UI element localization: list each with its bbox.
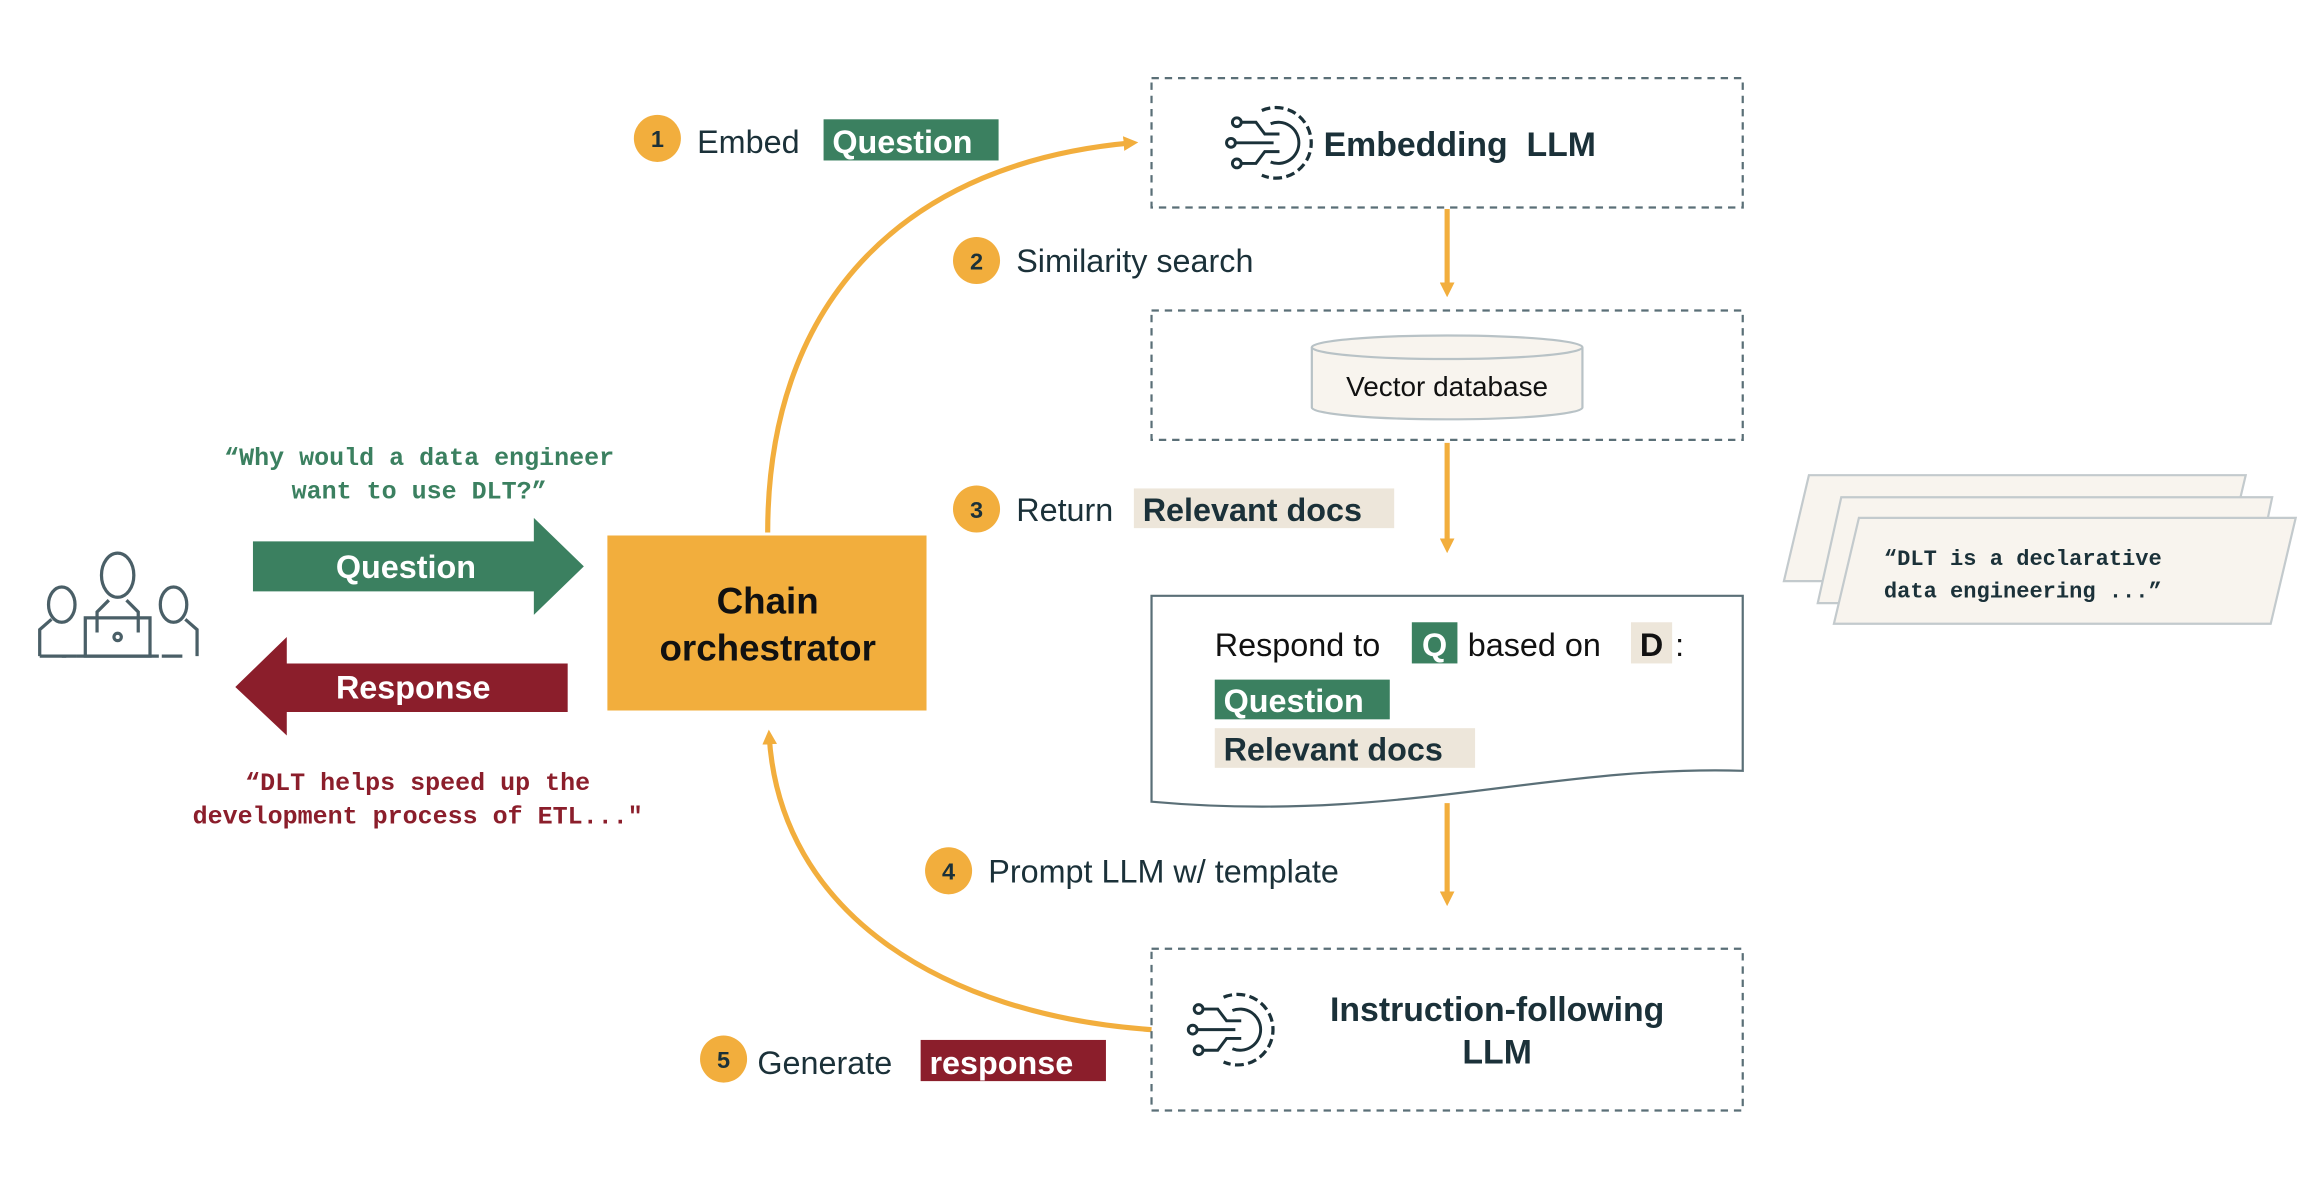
chain-orchestrator-box [607,535,927,711]
ai-gear-icon [1224,105,1313,180]
docs-quote-line1: “DLT is a declarative [1884,547,2162,572]
instruction-llm-line1: Instruction-following [1330,991,1664,1029]
embed-curve-arrow [765,136,1139,533]
step-number: 5 [717,1047,730,1073]
template-colon: : [1675,627,1684,663]
template-based-text: based on [1468,627,1601,663]
step-number: 1 [651,126,664,152]
step-2: 2 Similarity search [952,236,1253,285]
instruction-llm-box [1150,947,1744,1112]
template-respond-text: Respond to [1215,627,1380,663]
step-number: 3 [970,497,983,523]
docs-quote-line2: data engineering ...” [1884,579,2162,604]
step-5: 5 Generate response [700,1035,1106,1083]
step-1: 1 Embed Question [633,114,999,162]
step-4: 4 Prompt LLM w/ template [925,847,1339,895]
step-text: Embed [697,124,799,160]
question-quote-line2: want to use DLT?” [292,478,547,507]
response-quote-line2: development process of ETL..." [193,803,643,832]
step-number: 2 [970,248,983,274]
step-3: 3 Return Relevant docs [952,485,1395,533]
orchestrator-line2: orchestrator [659,628,875,669]
response-quote-line1: “DLT helps speed up the [245,769,590,798]
step-text: Return [1016,492,1113,528]
users-laptop-icon [38,551,199,658]
instruction-llm-line2: LLM [1462,1033,1531,1071]
step-text: Similarity search [1016,243,1253,279]
question-arrow-label: Question [336,549,476,585]
question-quote-line1: “Why would a data engineer [224,444,614,473]
rag-diagram: “Why would a data engineer want to use D… [38,77,2298,1112]
question-tag-label: Question [1224,683,1364,719]
vector-db-label: Vector database [1346,371,1548,402]
step-tag: Question [832,124,972,160]
q-tag-label: Q [1422,627,1447,663]
step-text: Prompt LLM w/ template [988,854,1339,890]
step-tag: response [929,1045,1073,1081]
orchestrator-line1: Chain [717,580,819,621]
response-arrow-label: Response [336,670,491,706]
step-number: 4 [942,859,955,885]
ai-gear-icon [1186,992,1275,1067]
embedding-llm-label: Embedding LLM [1324,126,1596,164]
step-tag: Relevant docs [1143,492,1362,528]
d-tag-label: D [1640,627,1663,663]
relevant-docs-tag-label: Relevant docs [1224,732,1443,768]
step-text: Generate [757,1045,892,1081]
